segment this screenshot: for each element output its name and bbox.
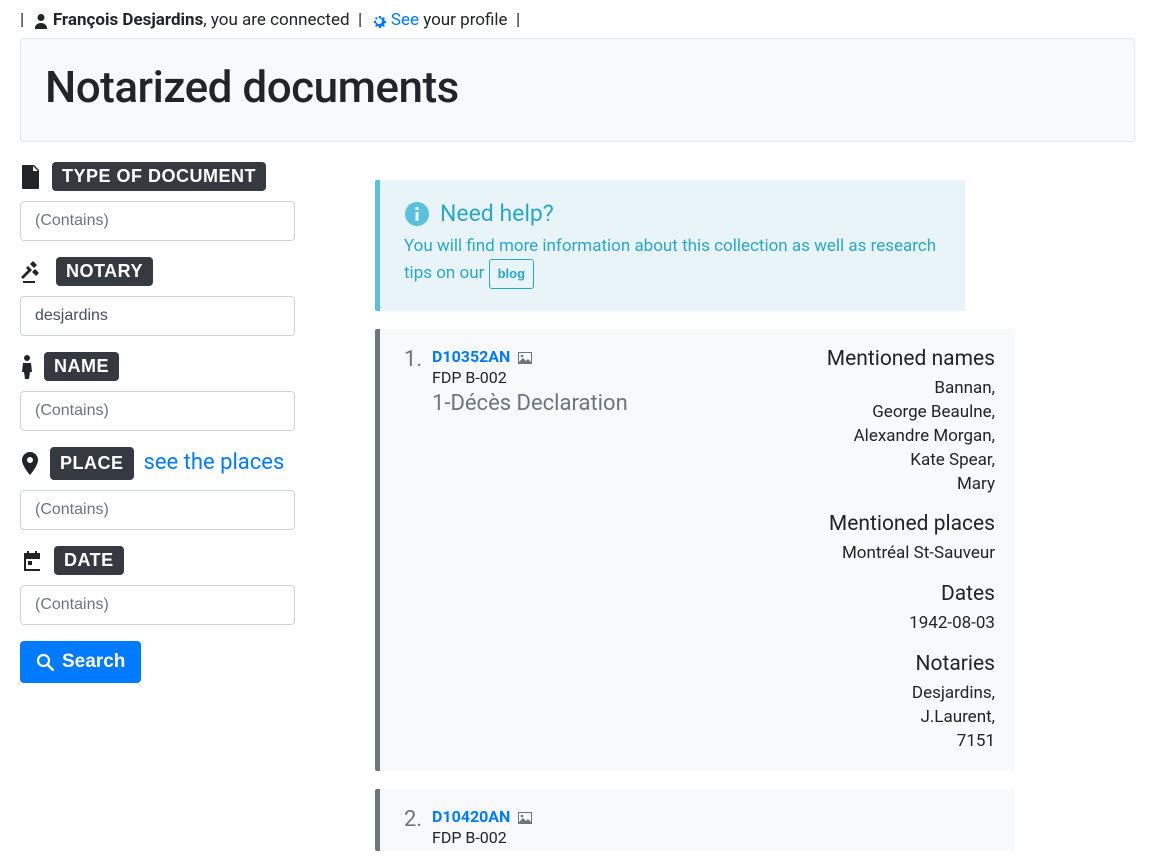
image-icon [518,812,532,824]
name-input[interactable] [20,391,295,431]
date-input[interactable] [20,585,295,625]
user-name: François Desjardins [53,10,203,30]
result-sub: FDP B-002 [432,828,775,847]
help-title: Need help? [440,200,554,227]
field-type-of-document: TYPE OF DOCUMENT [20,162,295,241]
result-item: 1. D10352AN FDP B-002 1-Décès Declaratio… [375,329,1015,771]
results-column: Need help? You will find more informatio… [375,162,1135,851]
gavel-icon [20,259,46,285]
user-bar: | François Desjardins, you are connected… [20,0,1135,38]
blog-link[interactable]: blog [489,259,534,289]
mentioned-name: Bannan, [775,377,995,401]
notary-value: J.Laurent, [775,706,995,730]
person-icon [20,354,34,380]
page-title: Notarized documents [45,61,1110,113]
mentioned-names-heading: Mentioned names [775,347,995,371]
mentioned-name: George Beaulne, [775,401,995,425]
info-icon [404,201,430,227]
mentioned-name: Mary [775,473,995,497]
help-text: You will find more information about thi… [404,236,936,283]
place-label: PLACE [50,447,134,480]
document-icon [20,164,42,190]
result-number: 2. [404,807,426,847]
search-button[interactable]: Search [20,641,141,683]
notary-input[interactable] [20,296,295,336]
date-label: DATE [54,546,124,575]
map-pin-icon [20,451,40,477]
type-of-document-input[interactable] [20,201,295,241]
see-profile-link[interactable]: See [391,10,419,30]
dates-heading: Dates [775,582,995,606]
result-number: 1. [404,347,426,753]
help-box: Need help? You will find more informatio… [375,180,965,311]
place-input[interactable] [20,490,295,530]
result-id-link[interactable]: D10420AN [432,807,510,826]
notary-value: Desjardins, [775,682,995,706]
page-header: Notarized documents [20,38,1135,142]
date-value: 1942-08-03 [775,612,995,636]
search-sidebar: TYPE OF DOCUMENT NOTARY NAME [20,162,295,851]
result-sub: FDP B-002 [432,368,775,387]
result-item: 2. D10420AN FDP B-002 [375,789,1015,851]
mentioned-name: Kate Spear, [775,449,995,473]
field-name: NAME [20,352,295,431]
name-label: NAME [44,352,119,381]
result-category: 1-Décès Declaration [432,391,775,416]
see-the-places-link[interactable]: see the places [144,449,285,478]
type-of-document-label: TYPE OF DOCUMENT [52,162,266,191]
user-icon [33,13,49,29]
connected-text: , you are connected [203,10,349,30]
field-place: PLACE see the places [20,447,295,530]
search-icon [36,653,54,671]
calendar-icon [20,549,44,573]
mentioned-name: Alexandre Morgan, [775,425,995,449]
notaries-heading: Notaries [775,652,995,676]
notary-value: 7151 [775,730,995,754]
notary-label: NOTARY [56,257,153,286]
search-button-label: Search [62,651,125,673]
profile-text: your profile [423,10,507,30]
result-id-link[interactable]: D10352AN [432,347,510,366]
mentioned-places-heading: Mentioned places [775,512,995,536]
field-notary: NOTARY [20,257,295,336]
mentioned-place: Montréal St-Sauveur [775,542,995,566]
gear-icon [371,13,387,29]
image-icon [518,352,532,364]
field-date: DATE [20,546,295,625]
